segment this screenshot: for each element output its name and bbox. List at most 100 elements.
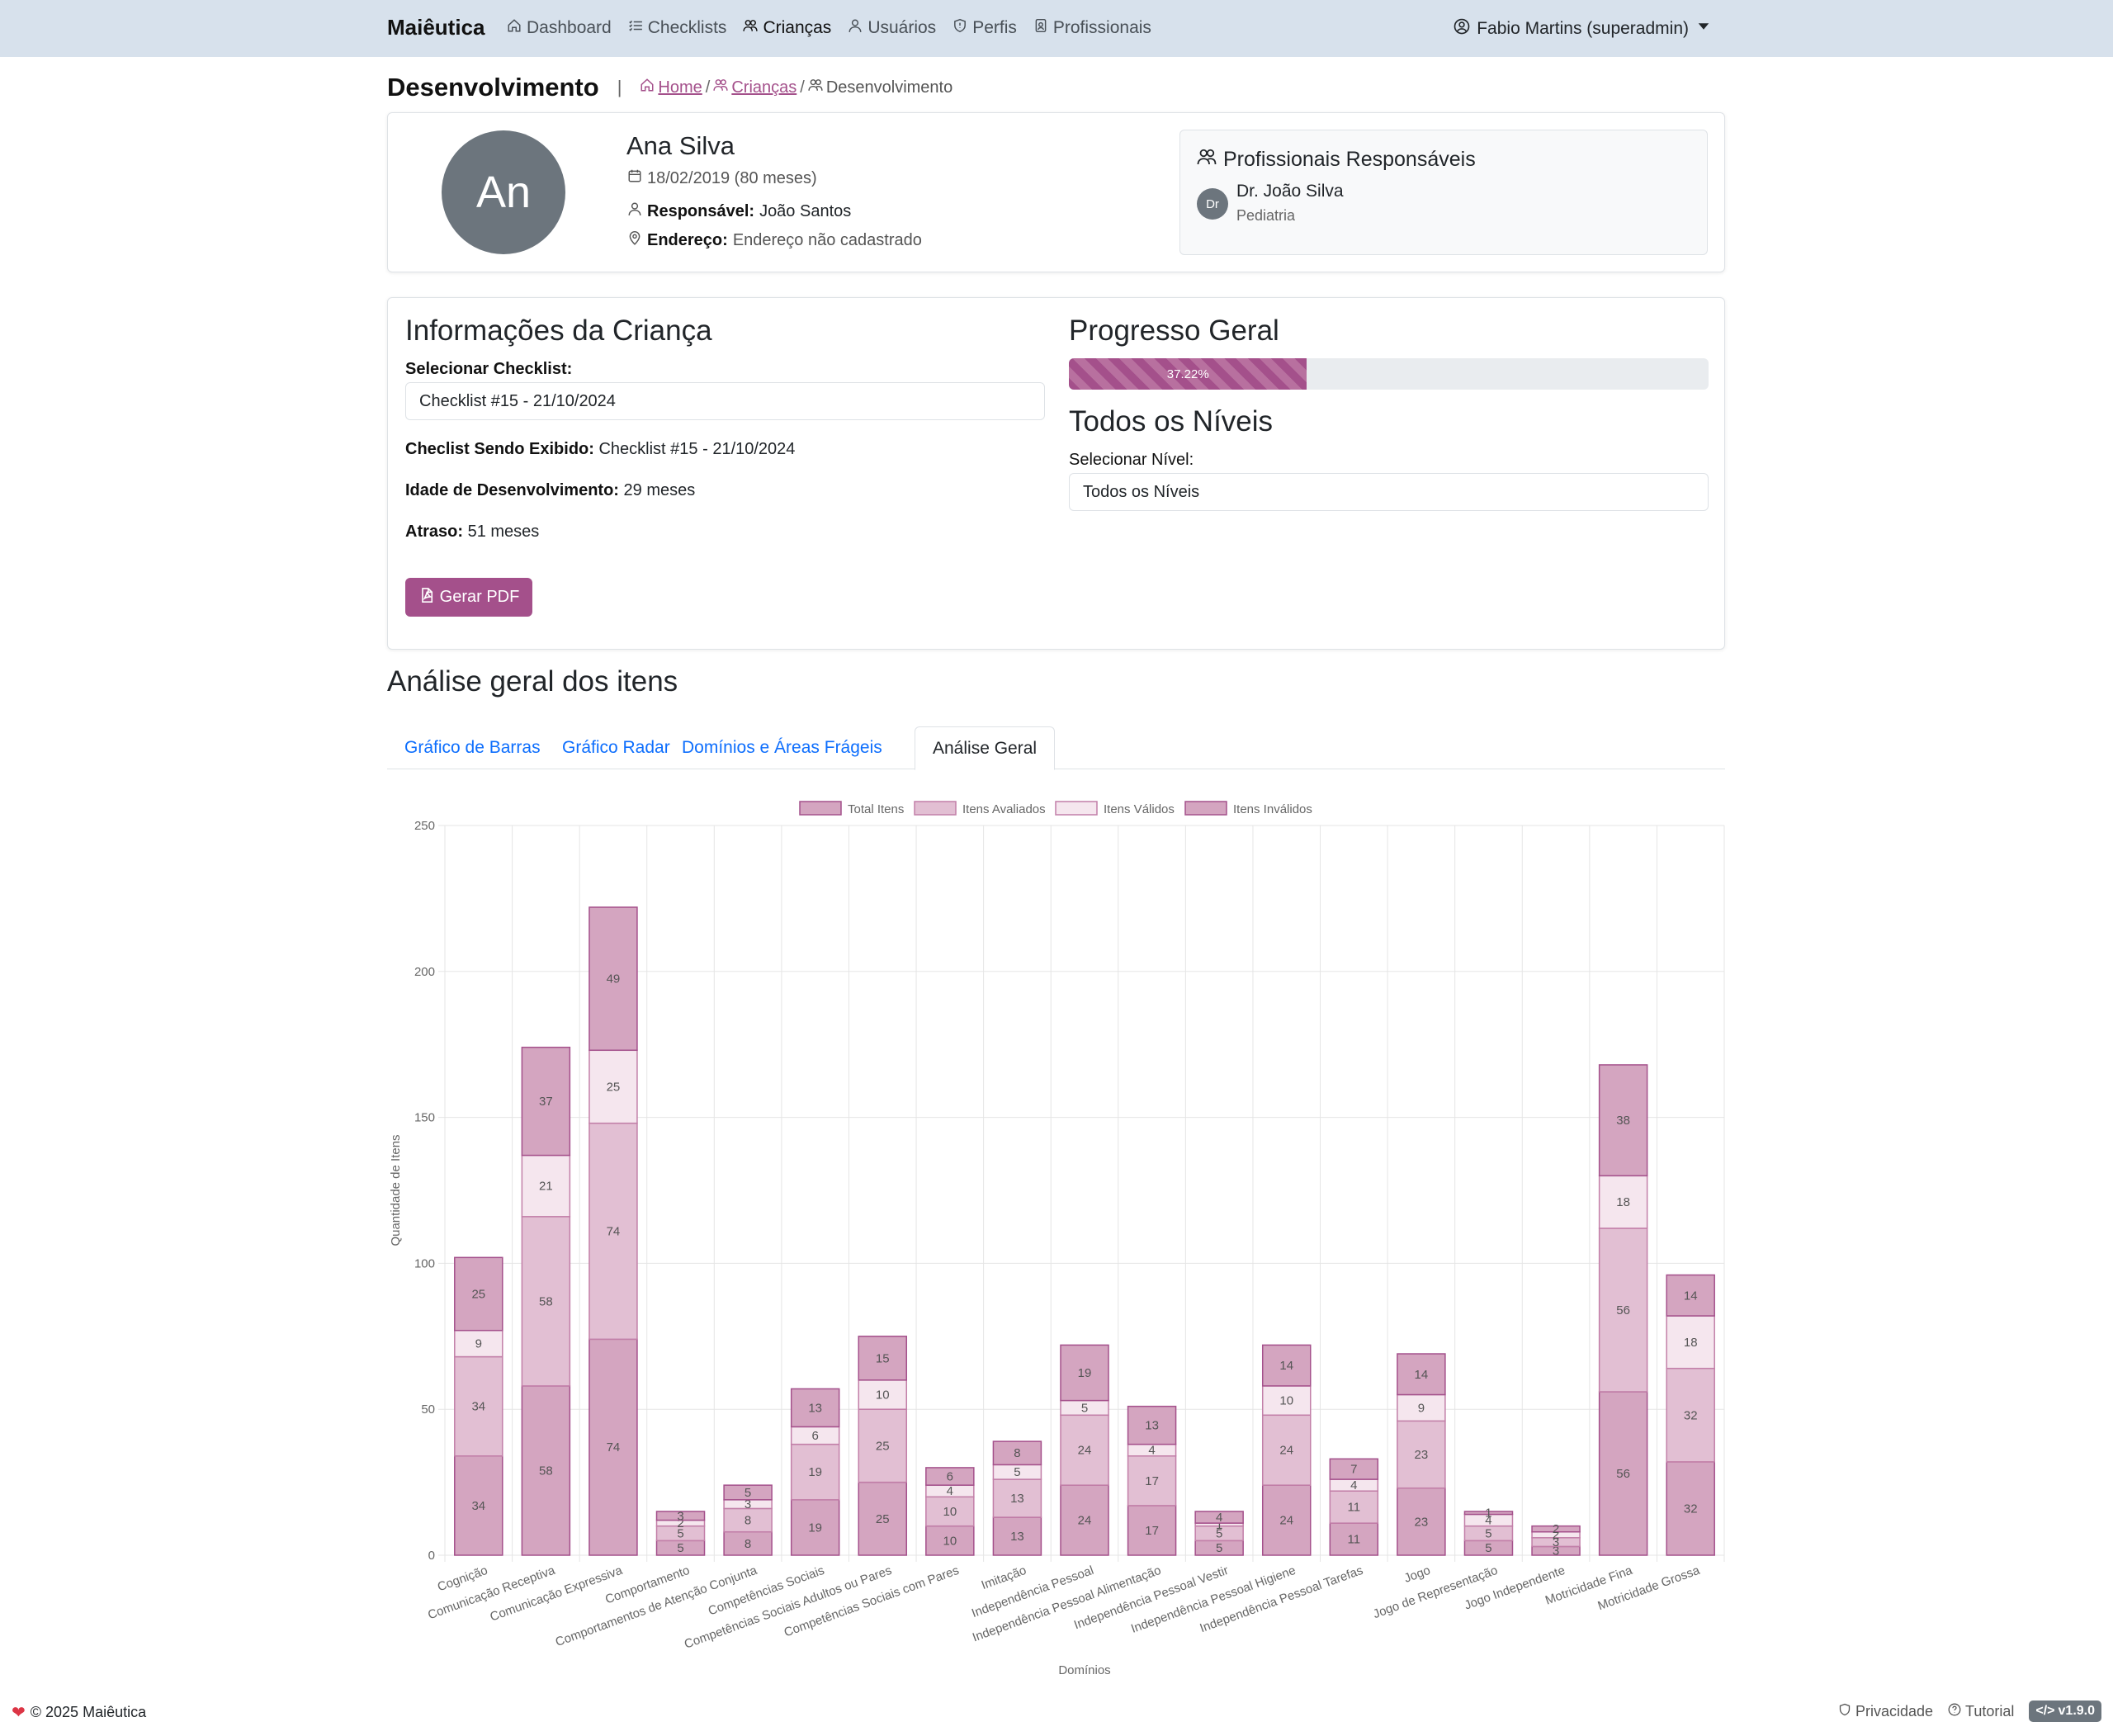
bar-value-label: 32: [1684, 1408, 1698, 1422]
progress-bar-fill: 37.22%: [1069, 358, 1307, 390]
heart-icon: ❤: [12, 1704, 26, 1722]
nav-label: Perfis: [972, 18, 1017, 37]
delay: Atraso: 51 meses: [405, 523, 539, 542]
bar-value-label: 56: [1616, 1303, 1630, 1317]
people-icon: [1197, 147, 1217, 173]
bar-value-label: 8: [745, 1537, 751, 1551]
checklist-showing: Checlist Sendo Exibido: Checklist #15 - …: [405, 440, 795, 459]
bar-value-label: 19: [1078, 1366, 1092, 1380]
bar-value-label: 24: [1078, 1514, 1092, 1528]
breadcrumb-separator: /: [800, 78, 805, 97]
legend-swatch: [1184, 801, 1227, 816]
bar-value-label: 18: [1616, 1195, 1630, 1209]
nav-item-dashboard[interactable]: Dashboard: [507, 18, 612, 38]
y-tick-label: 250: [414, 819, 435, 833]
y-tick-label: 200: [414, 965, 435, 979]
breadcrumb-criancas[interactable]: Crianças: [713, 78, 797, 97]
bar-value-label: 5: [1014, 1465, 1020, 1479]
tab-general-analysis[interactable]: Análise Geral: [915, 726, 1056, 770]
generate-pdf-button[interactable]: Gerar PDF: [405, 578, 532, 617]
geo-pin-icon: [627, 230, 642, 250]
user-menu-dropdown[interactable]: Fabio Martins (superadmin): [1454, 18, 1712, 40]
bar-value-label: 14: [1279, 1359, 1293, 1373]
delay-label: Atraso:: [405, 523, 464, 541]
bar-value-label: 4: [1350, 1478, 1357, 1492]
legend-label: Itens Avaliados: [962, 802, 1046, 816]
bar-value-label: 23: [1415, 1448, 1429, 1462]
responsible-value: João Santos: [759, 201, 852, 220]
pdf-button-label: Gerar PDF: [439, 588, 520, 606]
child-address: Endereço: Endereço não cadastrado: [627, 230, 922, 250]
levels-title: Todos os Níveis: [1069, 405, 1274, 438]
page-title: Desenvolvimento: [387, 73, 599, 102]
nav-item-checklists[interactable]: Checklists: [628, 18, 727, 38]
privacy-link[interactable]: Privacidade: [1838, 1703, 1933, 1720]
dev-age-value: 29 meses: [623, 481, 696, 499]
bar-value-label: 34: [471, 1499, 485, 1513]
bar-value-label: 2: [1553, 1522, 1559, 1536]
code-icon: </>: [2035, 1704, 2055, 1718]
footer-links: Privacidade Tutorial </> v1.9.0: [1838, 1701, 2101, 1722]
nav-label: Crianças: [763, 18, 832, 37]
professionals-title: Profissionais Responsáveis: [1197, 147, 1476, 173]
bar-value-label: 10: [943, 1534, 957, 1548]
professional-specialty: Pediatria: [1236, 207, 1296, 224]
y-tick-label: 0: [428, 1549, 435, 1563]
y-tick-label: 100: [414, 1256, 435, 1270]
nav-item-perfis[interactable]: Perfis: [953, 18, 1017, 38]
checklist-select[interactable]: Checklist #15 - 21/10/2024: [405, 382, 1045, 420]
nav-item-criancas[interactable]: Crianças: [743, 18, 831, 38]
info-title: Informações da Criança: [405, 315, 712, 347]
breadcrumb-home-label: Home: [658, 78, 702, 97]
bar-value-label: 25: [471, 1288, 485, 1302]
legend-swatch: [914, 801, 957, 816]
bar-value-label: 23: [1415, 1515, 1429, 1529]
list-check-icon: [628, 18, 643, 38]
child-name: Ana Silva: [626, 131, 735, 160]
bar-value-label: 11: [1348, 1501, 1361, 1515]
tutorial-link[interactable]: Tutorial: [1948, 1703, 2014, 1720]
bar-value-label: 32: [1684, 1502, 1698, 1516]
legend-label: Total Itens: [848, 802, 904, 816]
brand-logo[interactable]: Maiêutica: [387, 15, 485, 40]
nav-item-usuarios[interactable]: Usuários: [848, 18, 936, 38]
bar-value-label: 13: [1010, 1492, 1024, 1506]
top-navbar: Maiêutica Dashboard Checklists Crianças …: [0, 0, 2113, 57]
bar-value-label: 8: [745, 1514, 751, 1528]
title-divider: |: [617, 77, 622, 97]
nav-menu: Dashboard Checklists Crianças Usuários P…: [507, 18, 1151, 38]
bar-value-label: 25: [876, 1439, 890, 1453]
x-axis-title: Domínios: [1058, 1663, 1110, 1677]
showing-value: Checklist #15 - 21/10/2024: [598, 440, 796, 458]
person-icon: [627, 201, 642, 221]
breadcrumb-current: Desenvolvimento: [808, 78, 953, 97]
level-select[interactable]: Todos os Níveis: [1069, 473, 1709, 511]
y-axis-title: Quantidade de Itens: [389, 1134, 403, 1246]
professionals-title-label: Profissionais Responsáveis: [1223, 148, 1476, 171]
people-icon: [743, 18, 759, 38]
calendar-icon: [627, 168, 642, 188]
privacy-label: Privacidade: [1855, 1702, 1934, 1719]
nav-item-profissionais[interactable]: Profissionais: [1033, 18, 1151, 38]
bar-value-label: 25: [876, 1512, 890, 1526]
bar-value-label: 6: [947, 1470, 953, 1484]
breadcrumb-home[interactable]: Home: [640, 78, 702, 97]
bar-value-label: 17: [1145, 1524, 1159, 1538]
address-label: Endereço:: [647, 230, 728, 249]
legend-swatch: [1055, 801, 1098, 816]
bar-value-label: 38: [1616, 1114, 1630, 1128]
page-header: Desenvolvimento | Home / Crianças / Dese…: [387, 73, 953, 102]
bar-value-label: 37: [539, 1095, 553, 1109]
child-birth: 18/02/2019 (80 meses): [627, 168, 817, 188]
tab-bar-chart[interactable]: Gráfico de Barras: [387, 726, 558, 769]
bar-value-label: 9: [475, 1337, 482, 1351]
tab-fragile-domains[interactable]: Domínios e Áreas Frágeis: [664, 726, 900, 769]
badge-icon: [1033, 18, 1048, 38]
development-age: Idade de Desenvolvimento: 29 meses: [405, 481, 695, 500]
child-info-card: Informações da Criança Selecionar Checkl…: [387, 297, 1725, 650]
level-select-label: Selecionar Nível:: [1069, 451, 1194, 469]
nav-label: Checklists: [647, 18, 727, 37]
bar-value-label: 17: [1145, 1474, 1159, 1488]
bar-value-label: 13: [1010, 1530, 1024, 1544]
progress-title: Progresso Geral: [1069, 315, 1279, 347]
